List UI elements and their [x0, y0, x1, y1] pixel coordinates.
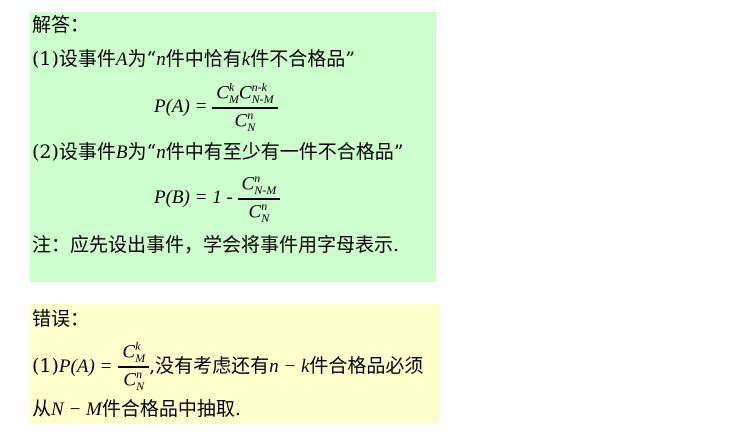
error-line-2: 从N − M件合格品中抽取. — [32, 398, 241, 420]
fraction-p-a: Ck M Cn-k N-M CnN — [212, 81, 278, 134]
answer-note: 注：应先设出事件，学会将事件用字母表示. — [32, 234, 400, 256]
formula-p-b: P(B) = 1 - Cn N-M CnN — [154, 172, 281, 225]
fraction-p-b: Cn N-M CnN — [237, 172, 281, 225]
part2-statement: (2)设事件B为“n件中有至少有一件不合格品” — [32, 141, 404, 163]
part1-statement: (1)设事件A为“n件中恰有k件不合格品” — [32, 48, 355, 70]
answer-panel: 解答： (1)设事件A为“n件中恰有k件不合格品” P(A) = Ck M Cn-k… — [30, 12, 436, 282]
answer-heading: 解答： — [32, 14, 90, 36]
error-panel: 错误： (1)P(A) = CkM CnN ,没有考虑还有n − k件合格品必须… — [30, 304, 440, 424]
error-line-1: (1)P(A) = CkM CnN ,没有考虑还有n − k件合格品必须 — [32, 339, 424, 393]
fraction-error: CkM CnN — [118, 340, 150, 393]
formula-p-a: P(A) = Ck M Cn-k N-M CnN — [154, 81, 278, 134]
error-heading: 错误： — [32, 308, 90, 330]
